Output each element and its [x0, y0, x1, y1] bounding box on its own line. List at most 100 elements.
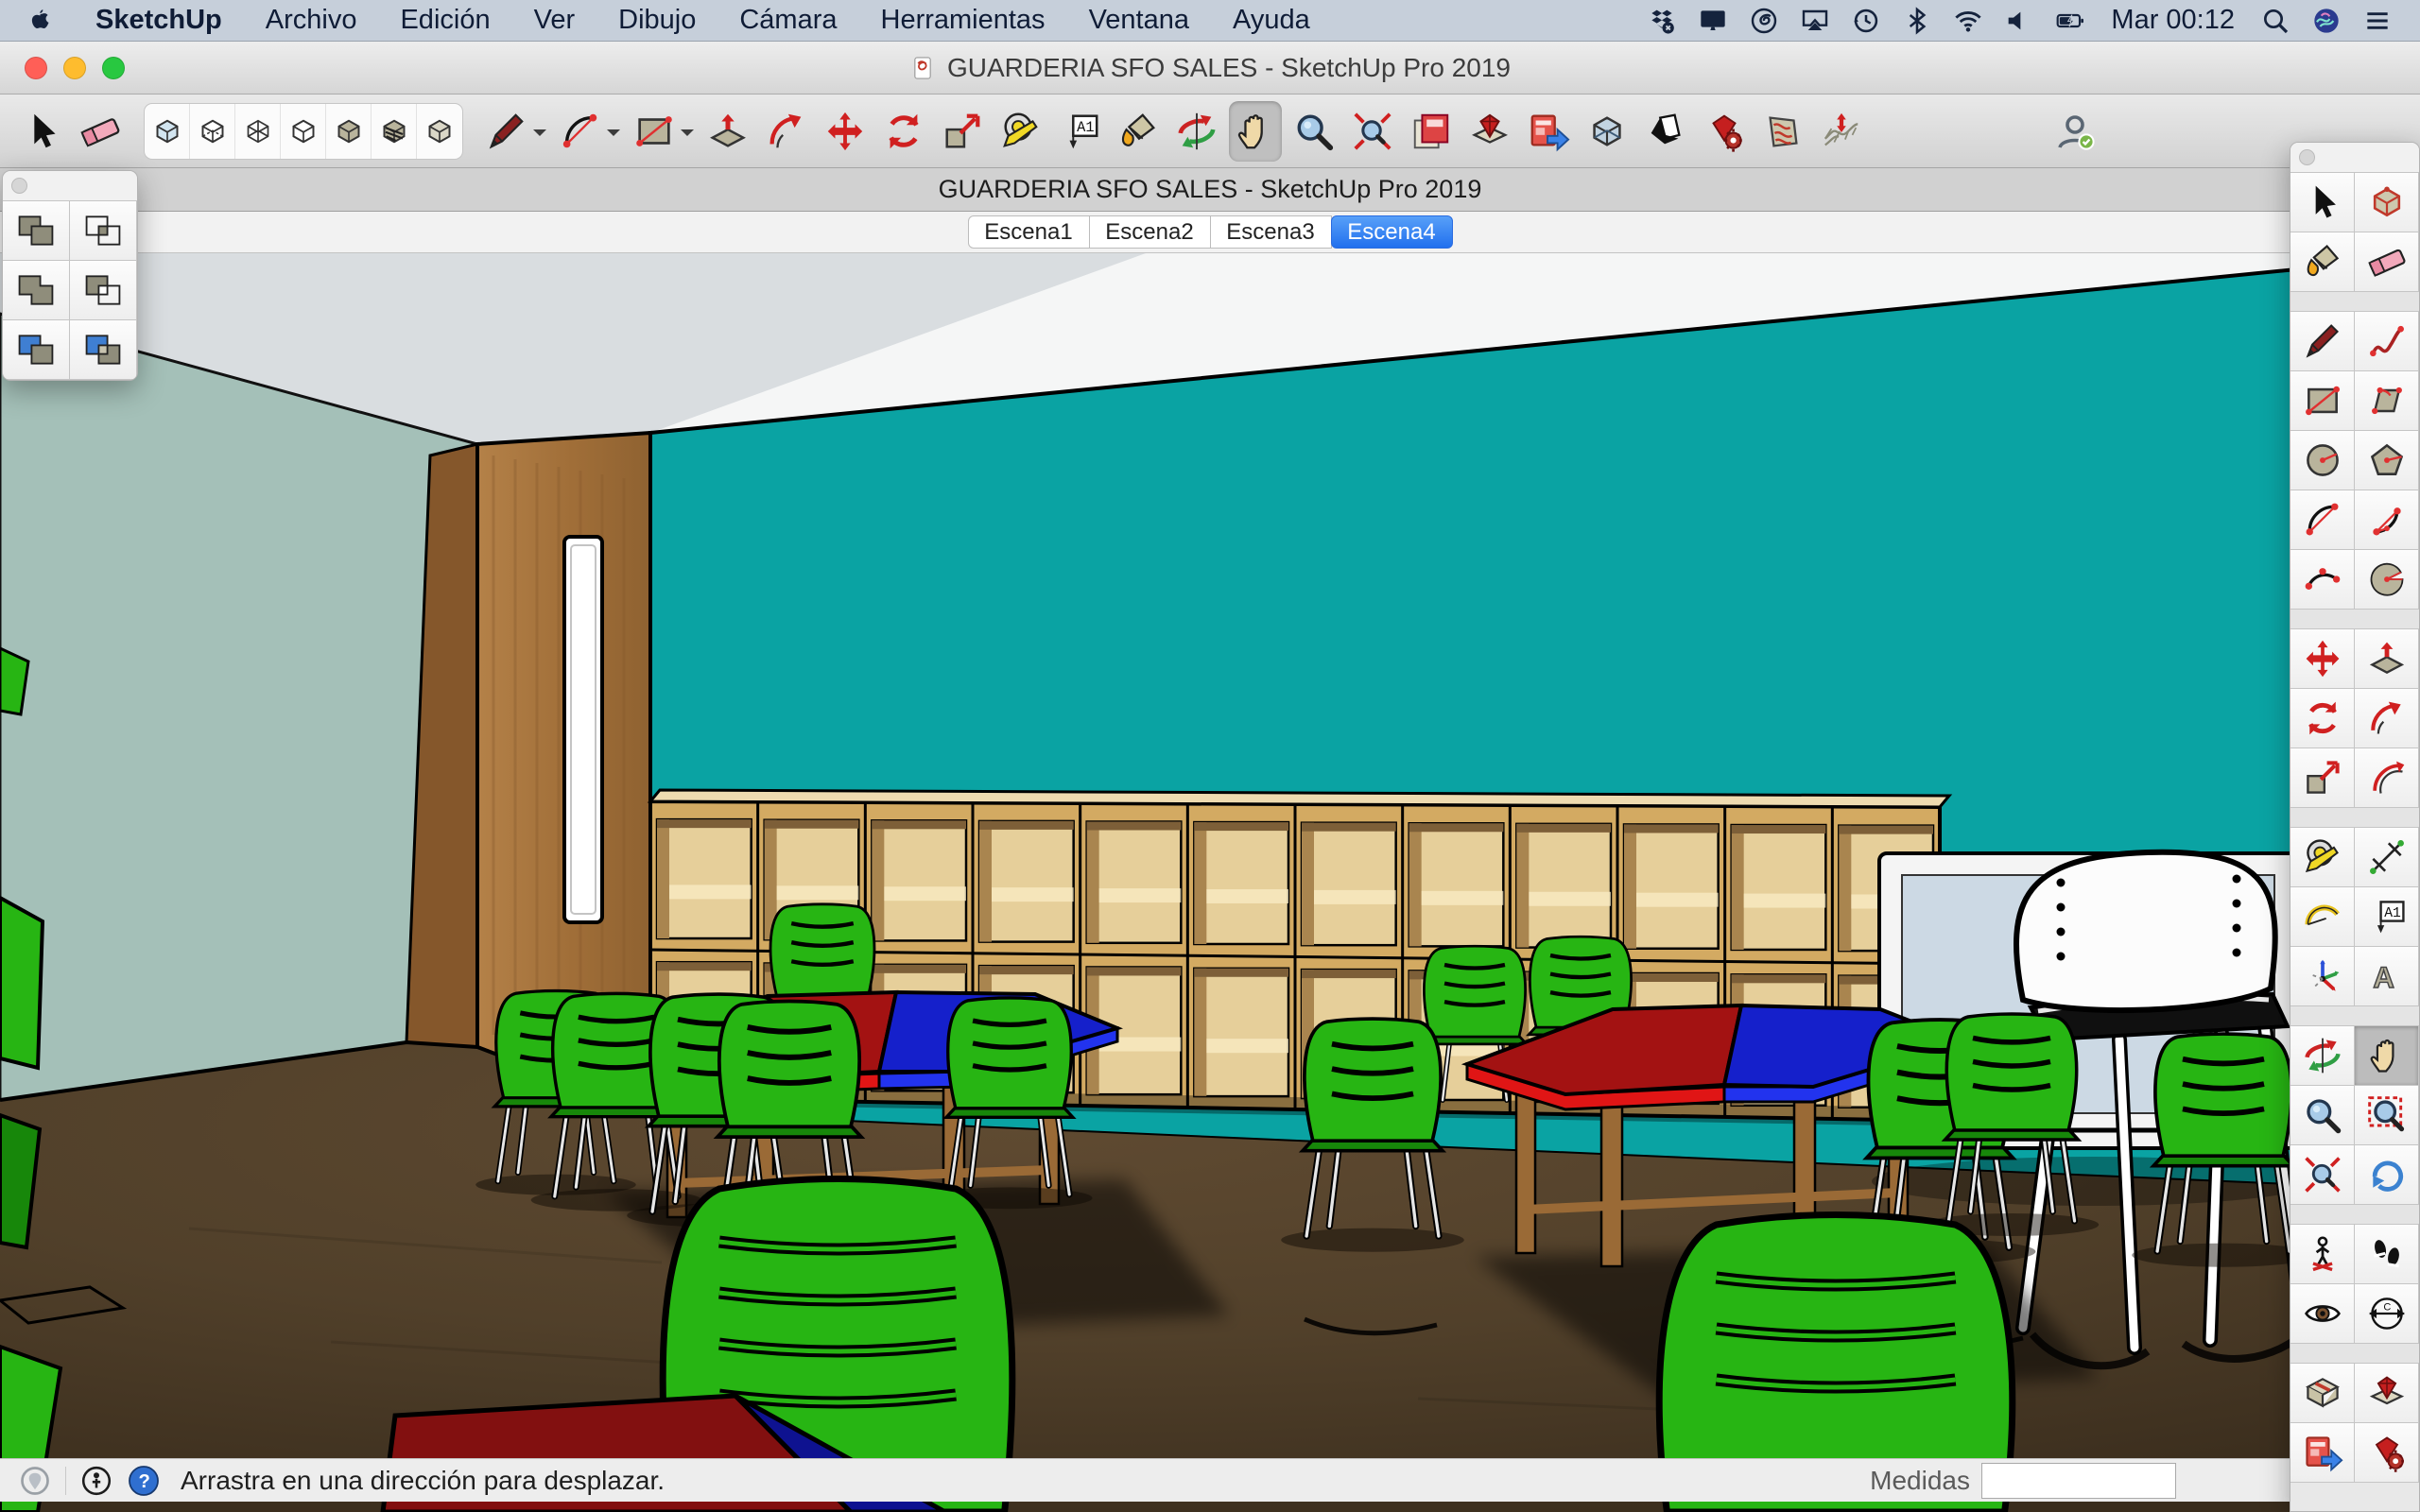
palette-push-pull-button[interactable] [2354, 628, 2419, 689]
palette-send-to-layout-button[interactable] [2290, 1422, 2355, 1483]
palette-3d-text-button[interactable]: A [2354, 946, 2419, 1006]
menubar-time-machine[interactable] [1841, 6, 1892, 36]
palette-extension-warehouse-button[interactable] [2354, 1363, 2419, 1423]
style-shaded-button[interactable] [326, 104, 372, 159]
palette-section-plane-button[interactable]: C [2354, 1283, 2419, 1344]
xray-mode-button[interactable] [1581, 101, 1634, 162]
scale-button[interactable] [936, 101, 989, 162]
extension-manager-button[interactable] [1698, 101, 1751, 162]
pan-button[interactable] [1229, 101, 1282, 162]
palette-rotated-rectangle-button[interactable] [2354, 370, 2419, 431]
menu-ver[interactable]: Ver [512, 5, 597, 36]
palette-freehand-button[interactable] [2354, 311, 2419, 371]
tab-escena4[interactable]: Escena4 [1331, 215, 1453, 249]
close-icon[interactable] [2299, 149, 2315, 165]
palette-arc-3point-button[interactable] [2290, 549, 2355, 610]
palette-position-camera-button[interactable] [2290, 1224, 2355, 1284]
palette-zoom-previous-button[interactable] [2354, 1144, 2419, 1205]
solid-subtract-button[interactable] [69, 260, 137, 320]
menubar-volume[interactable] [1994, 6, 2045, 36]
line-dropdown-arrow[interactable] [533, 129, 546, 143]
zoom-window-button[interactable] [102, 57, 125, 79]
help-button[interactable]: ? [127, 1464, 161, 1498]
push-pull-button[interactable] [701, 101, 754, 162]
palette-line-button[interactable] [2290, 311, 2355, 371]
palette-pan-button[interactable] [2354, 1025, 2419, 1086]
palette-tape-measure-button[interactable] [2290, 827, 2355, 887]
palette-select-button[interactable] [2290, 172, 2355, 232]
menu-camara[interactable]: Cámara [717, 5, 858, 36]
style-hidden-line-button[interactable] [281, 104, 326, 159]
palette-follow-me-button[interactable] [2354, 688, 2419, 748]
geolocation-button[interactable] [18, 1464, 52, 1498]
tab-escena1[interactable]: Escena1 [968, 215, 1090, 249]
sign-in-button[interactable] [2049, 101, 2102, 162]
zoom-extents-button[interactable] [1346, 101, 1399, 162]
palette-move-button[interactable] [2290, 628, 2355, 689]
style-back-edges-button[interactable] [190, 104, 235, 159]
palette-axes-button[interactable] [2290, 946, 2355, 1006]
palette-zoom-button[interactable] [2290, 1085, 2355, 1145]
menubar-display[interactable] [1687, 6, 1738, 36]
palette-orbit-button[interactable] [2290, 1025, 2355, 1086]
palette-scale-button[interactable] [2290, 747, 2355, 808]
palette-circle-button[interactable] [2290, 430, 2355, 490]
menu-clock[interactable]: Mar 00:12 [2096, 5, 2250, 36]
palette-text-button[interactable]: A1 [2354, 886, 2419, 947]
large-tool-set-titlebar[interactable] [2290, 143, 2419, 173]
extension-warehouse-button[interactable] [1463, 101, 1516, 162]
close-window-button[interactable] [25, 57, 47, 79]
palette-pie-button[interactable] [2354, 549, 2419, 610]
menubar-dropbox[interactable] [1636, 6, 1687, 36]
menubar-notification-center[interactable] [2352, 6, 2403, 36]
palette-walk-button[interactable] [2354, 1224, 2419, 1284]
menubar-wifi[interactable] [1943, 6, 1994, 36]
follow-me-button[interactable] [760, 101, 813, 162]
model-canvas[interactable] [0, 253, 2420, 1512]
palette-dimensions-button[interactable] [2354, 827, 2419, 887]
zoom-button[interactable] [1288, 101, 1340, 162]
menu-ayuda[interactable]: Ayuda [1211, 5, 1332, 36]
menu-edicion[interactable]: Edición [378, 5, 511, 36]
rectangle-button[interactable] [628, 101, 681, 162]
arc-button[interactable] [554, 101, 607, 162]
solid-intersect-button[interactable] [69, 200, 137, 261]
palette-polygon-button[interactable] [2354, 430, 2419, 490]
menu-archivo[interactable]: Archivo [244, 5, 379, 36]
style-monochrome-button[interactable] [417, 104, 462, 159]
palette-arc-button[interactable] [2290, 490, 2355, 550]
tab-escena3[interactable]: Escena3 [1210, 215, 1332, 249]
window-title-bar[interactable]: GUARDERIA SFO SALES - SketchUp Pro 2019 [0, 42, 2420, 94]
menubar-siri[interactable] [2301, 6, 2352, 36]
solid-outer-shell-button[interactable] [2, 200, 70, 261]
menu-ventana[interactable]: Ventana [1067, 5, 1211, 36]
palette-eraser-button[interactable] [2354, 232, 2419, 292]
menubar-airplay[interactable] [1789, 6, 1841, 36]
palette-protractor-button[interactable] [2290, 886, 2355, 947]
tab-escena2[interactable]: Escena2 [1089, 215, 1211, 249]
palette-arc-2point-button[interactable] [2354, 490, 2419, 550]
select-button[interactable] [15, 101, 68, 162]
menubar-spotlight[interactable] [2250, 6, 2301, 36]
palette-zoom-extents-button[interactable] [2290, 1144, 2355, 1205]
credits-button[interactable] [79, 1464, 113, 1498]
palette-look-around-button[interactable] [2290, 1283, 2355, 1344]
style-wireframe-button[interactable] [235, 104, 281, 159]
sandbox-button[interactable] [1815, 101, 1868, 162]
palette-rotate-button[interactable] [2290, 688, 2355, 748]
menubar-swirl[interactable] [1738, 6, 1789, 36]
palette-paint-bucket-button[interactable] [2290, 232, 2355, 292]
style-xray-button[interactable] [145, 104, 190, 159]
palette-make-component-button[interactable] [2354, 172, 2419, 232]
eraser-button[interactable] [74, 101, 127, 162]
palette-zoom-window-button[interactable] [2354, 1085, 2419, 1145]
materials-button[interactable] [1756, 101, 1809, 162]
rotate-button[interactable] [877, 101, 930, 162]
shadows-button[interactable] [1639, 101, 1692, 162]
apple-menu[interactable] [17, 6, 74, 36]
arc-dropdown-arrow[interactable] [607, 129, 620, 143]
close-icon[interactable] [11, 178, 27, 194]
model-viewport[interactable] [0, 253, 2420, 1512]
solid-split-button[interactable] [69, 319, 137, 380]
menubar-battery[interactable] [2045, 6, 2096, 36]
